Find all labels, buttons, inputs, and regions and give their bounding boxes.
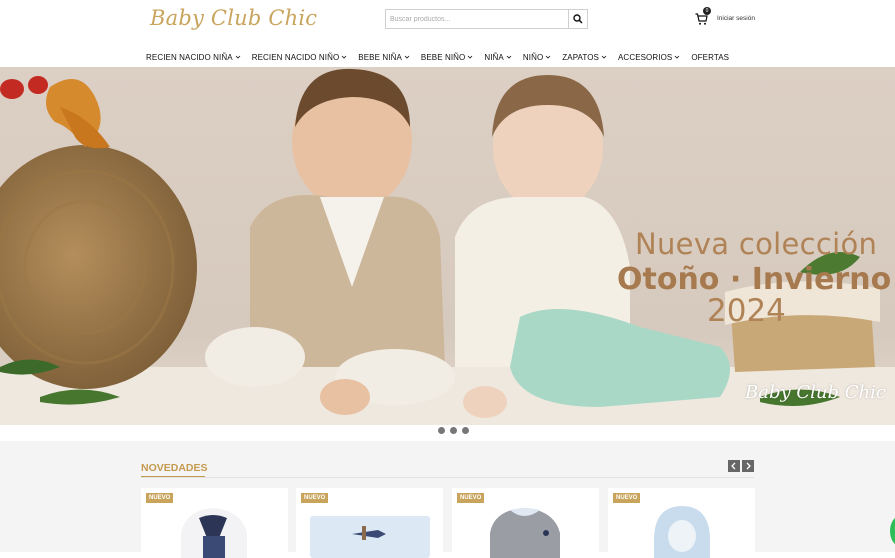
carousel-next-button[interactable] xyxy=(742,460,754,472)
nav-item-label: BEBE NIÑA xyxy=(358,52,402,62)
nav-item-ofertas[interactable]: OFERTAS xyxy=(691,50,729,64)
product-card[interactable]: NUEVO xyxy=(296,488,443,558)
hero-banner[interactable]: Nueva colección Otoño · Invierno 2024 xyxy=(0,67,895,425)
hero-title-line1: Nueva colección xyxy=(635,227,878,261)
slider-dot-1[interactable] xyxy=(438,427,445,434)
chevron-left-icon xyxy=(731,462,736,470)
new-badge: NUEVO xyxy=(457,493,485,503)
search-icon xyxy=(573,14,583,24)
new-badge: NUEVO xyxy=(613,493,641,503)
chevron-down-icon xyxy=(601,55,607,59)
new-badge: NUEVO xyxy=(146,493,174,503)
nav-item-bebe-nina[interactable]: BEBE NIÑA xyxy=(358,50,410,64)
chevron-down-icon xyxy=(545,55,551,59)
search-input[interactable] xyxy=(386,10,569,28)
search-button[interactable] xyxy=(568,10,587,28)
main-nav: RECIEN NACIDO NIÑA RECIEN NACIDO NIÑO BE… xyxy=(146,50,740,64)
chevron-right-icon xyxy=(746,462,751,470)
nav-item-label: RECIEN NACIDO NIÑA xyxy=(146,52,233,62)
site-header: Baby Club Chic 0 Iniciar sesión xyxy=(0,0,895,42)
nav-item-label: ACCESORIOS xyxy=(618,52,673,62)
new-badge: NUEVO xyxy=(301,493,329,503)
search-bar xyxy=(385,9,588,29)
nav-item-bebe-nino[interactable]: BEBE NIÑO xyxy=(421,50,473,64)
nav-item-label: NIÑA xyxy=(484,52,504,62)
nav-item-recien-nacido-nino[interactable]: RECIEN NACIDO NIÑO xyxy=(252,50,348,64)
product-card[interactable]: NUEVO xyxy=(141,488,288,558)
slider-dots xyxy=(438,427,469,434)
nav-item-label: ZAPATOS xyxy=(562,52,599,62)
nav-item-label: BEBE NIÑO xyxy=(420,52,466,62)
novedades-section: NOVEDADES NUEVO NUEVO NUEVO NUEVO xyxy=(0,441,895,558)
chevron-down-icon xyxy=(675,55,680,59)
section-title-underline xyxy=(141,476,205,477)
cart-button[interactable]: 0 xyxy=(695,7,711,26)
cart-count-badge: 0 xyxy=(703,7,711,15)
login-link[interactable]: Iniciar sesión xyxy=(717,15,755,22)
product-card[interactable]: NUEVO xyxy=(452,488,599,558)
nav-item-accesorios[interactable]: ACCESORIOS xyxy=(618,50,680,64)
hero-title-line3: 2024 xyxy=(707,293,786,329)
section-title: NOVEDADES xyxy=(141,462,208,474)
nav-item-label: RECIEN NACIDO NIÑO xyxy=(251,52,340,62)
nav-item-nina[interactable]: NIÑA xyxy=(484,50,512,64)
slider-dot-2[interactable] xyxy=(450,427,457,434)
chevron-down-icon xyxy=(404,55,410,59)
chevron-down-icon xyxy=(235,55,240,59)
hero-title-line2: Otoño · Invierno xyxy=(617,262,892,297)
section-divider xyxy=(141,477,754,478)
chevron-down-icon xyxy=(342,55,347,59)
nav-item-recien-nacido-nina[interactable]: RECIEN NACIDO NIÑA xyxy=(146,50,241,64)
product-card[interactable]: NUEVO xyxy=(608,488,755,558)
nav-item-label: NIÑO xyxy=(522,52,544,62)
chevron-down-icon xyxy=(468,55,473,59)
nav-item-label: OFERTAS xyxy=(691,52,730,62)
nav-item-zapatos[interactable]: ZAPATOS xyxy=(562,50,607,64)
slider-dot-3[interactable] xyxy=(462,427,469,434)
nav-item-nino[interactable]: NIÑO xyxy=(523,50,551,64)
chevron-down-icon xyxy=(506,55,512,59)
logo[interactable]: Baby Club Chic xyxy=(150,6,317,30)
hero-brand-watermark: Baby Club Chic xyxy=(745,382,886,403)
carousel-prev-button[interactable] xyxy=(728,460,740,472)
